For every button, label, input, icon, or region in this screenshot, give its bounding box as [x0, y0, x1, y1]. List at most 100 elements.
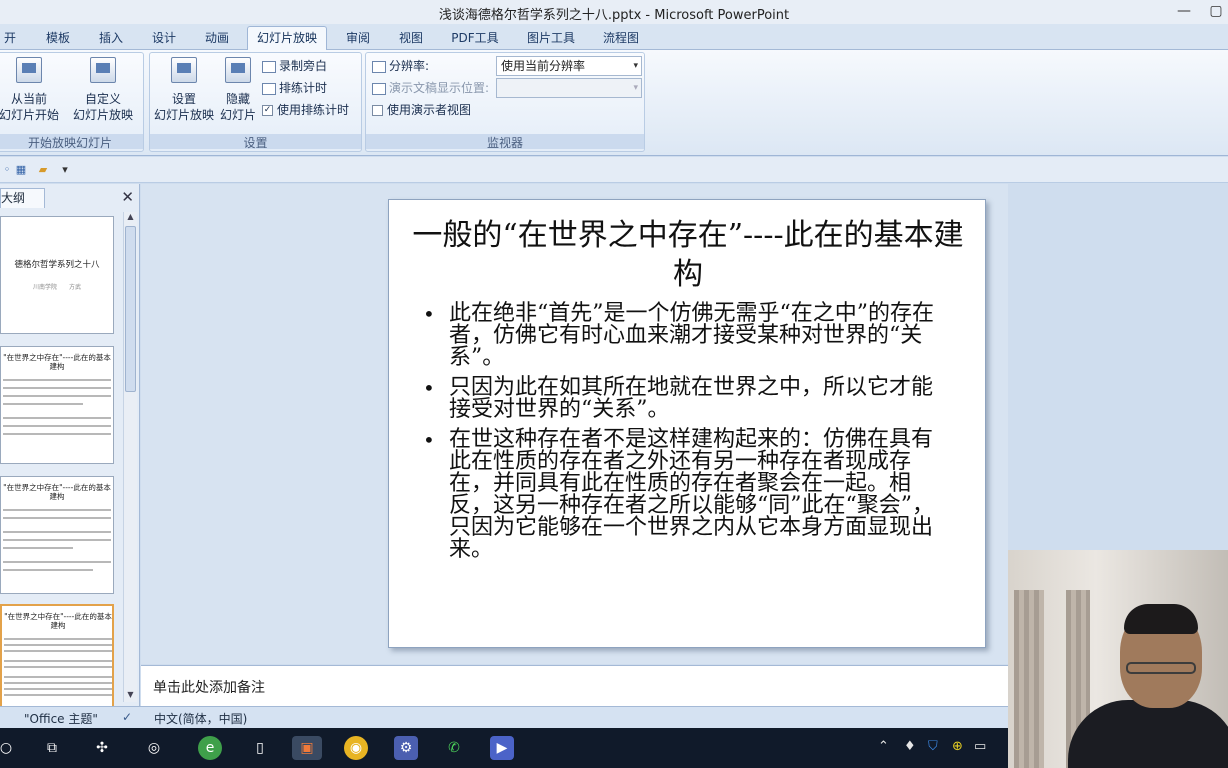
tab-review[interactable]: 审阅: [340, 28, 376, 50]
wechat-icon[interactable]: ✆: [442, 736, 466, 760]
slide-thumbnail-3[interactable]: "在世界之中存在"----此在的基本建构: [0, 476, 114, 594]
use-timings-label: 使用排练计时: [277, 103, 350, 117]
text-line: [4, 638, 112, 640]
text-line: [3, 417, 111, 419]
use-timings-check-icon: ✓: [262, 105, 273, 116]
document-icon[interactable]: ▯: [248, 736, 272, 760]
slide-body[interactable]: • 此在绝非“首先”是一个仿佛无需乎“在之中”的存在者，仿佛它有时心血来潮才接受…: [423, 303, 953, 569]
projector-screen-icon: [16, 57, 42, 83]
text-line: [3, 387, 111, 389]
tab-design[interactable]: 设计: [146, 28, 182, 50]
hide-slide-icon: [225, 57, 251, 83]
powerpoint-icon[interactable]: ▣: [292, 736, 322, 760]
resolution-value: 使用当前分辨率: [501, 59, 586, 73]
quick-access-toolbar: ◦ ▦ ▰ ▾: [0, 157, 1228, 183]
microphone-icon[interactable]: ♦: [904, 739, 916, 754]
minimize-button[interactable]: —: [1172, 0, 1196, 24]
thumbnail-title: "在世界之中存在"----此在的基本建构: [3, 483, 111, 501]
text-line: [4, 660, 112, 662]
person-hair: [1124, 604, 1198, 634]
text-line: [4, 644, 112, 646]
language-indicator[interactable]: 中文(简体，中国): [154, 710, 247, 727]
tab-animations[interactable]: 动画: [199, 28, 235, 50]
tab-insert[interactable]: 插入: [93, 28, 129, 50]
slides-icon[interactable]: ▦: [14, 163, 28, 176]
tab-home[interactable]: 开始: [0, 28, 20, 65]
circle-icon[interactable]: ◦: [0, 163, 14, 176]
tab-pdf-tools[interactable]: PDF工具: [445, 28, 505, 50]
close-icon[interactable]: ✕: [121, 188, 134, 206]
resolution-label-row: 分辨率:: [372, 57, 429, 75]
open-folder-icon[interactable]: ▰: [36, 163, 50, 176]
tray-expand-icon[interactable]: ⌃: [878, 739, 889, 754]
ribbon-tabs: 开始 模板 插入 设计 动画 幻灯片放映 审阅 视图 PDF工具 图片工具 流程…: [0, 24, 1228, 65]
hide-slide-button[interactable]: 隐藏 幻灯片: [218, 57, 258, 123]
panel-scrollbar[interactable]: ▲ ▼: [123, 212, 137, 702]
tab-slideshow[interactable]: 幻灯片放映: [247, 26, 327, 51]
webcam-overlay: [1008, 550, 1228, 768]
pinwheel-app-icon[interactable]: ✣: [90, 736, 114, 760]
thumbnail-title: 德格尔哲学系列之十八: [14, 260, 100, 270]
slide-thumbnail-1[interactable]: 德格尔哲学系列之十八 川南学院 方武: [0, 216, 114, 334]
battery-icon[interactable]: ▭: [974, 739, 986, 754]
scroll-down-icon[interactable]: ▼: [124, 690, 137, 702]
text-line: [3, 509, 111, 511]
chevron-down-icon: ▾: [633, 83, 638, 93]
tab-view[interactable]: 视图: [393, 28, 429, 50]
slide-canvas[interactable]: 一般的“在世界之中存在”----此在的基本建构 • 此在绝非“首先”是一个仿佛无…: [388, 199, 986, 648]
bullet-item: • 在世这种存在者不是这样建构起来的：仿佛在具有此在性质的存在者之外还有另一种存…: [423, 429, 953, 561]
ribbon: 从当前 幻灯片开始 自定义 幻灯片放映 开始放映幻灯片 设置 幻灯片放映 隐藏 …: [0, 50, 1228, 156]
text-line: [4, 694, 112, 696]
notes-pane[interactable]: 单击此处添加备注: [141, 665, 1008, 706]
setup-line1: 设置: [171, 92, 196, 106]
tab-flowchart[interactable]: 流程图: [597, 28, 645, 50]
slide-thumbnail-4[interactable]: "在世界之中存在"----此在的基本建构: [0, 604, 114, 708]
text-line: [3, 433, 111, 435]
plus-badge-icon[interactable]: ⊕: [952, 739, 963, 754]
setup-slideshow-button[interactable]: 设置 幻灯片放映: [152, 57, 216, 123]
search-icon[interactable]: ○: [0, 736, 18, 760]
spellcheck-icon[interactable]: ✓: [122, 710, 132, 724]
thumbnail-title: "在世界之中存在"----此在的基本建构: [3, 353, 111, 371]
slide-thumbnail-2[interactable]: "在世界之中存在"----此在的基本建构: [0, 346, 114, 464]
group-setup-label: 设置: [150, 134, 361, 150]
custom-slideshow-button[interactable]: 自定义 幻灯片放映: [67, 57, 139, 123]
settings-app-icon[interactable]: ⚙: [394, 736, 418, 760]
record-narration-button[interactable]: 录制旁白: [262, 57, 327, 75]
scroll-up-icon[interactable]: ▲: [124, 212, 137, 224]
maximize-button[interactable]: ▢: [1204, 0, 1228, 24]
customize-toolbar-icon[interactable]: ▾: [58, 163, 72, 176]
screen-recorder-icon[interactable]: ▶: [490, 736, 514, 760]
tab-picture-tools[interactable]: 图片工具: [521, 28, 581, 50]
presenter-view-checkbox[interactable]: 使用演示者视图: [372, 101, 471, 119]
title-bar: 浅谈海德格尔哲学系列之十八.pptx - Microsoft PowerPoin…: [0, 0, 1228, 24]
outline-tab[interactable]: 大纲: [0, 188, 45, 208]
task-view-icon[interactable]: ⧉: [40, 736, 64, 760]
curtain: [1014, 590, 1044, 768]
rehearse-timings-button[interactable]: 排练计时: [262, 79, 327, 97]
shield-icon[interactable]: ⛉: [928, 739, 938, 754]
chrome-icon[interactable]: ◉: [344, 736, 368, 760]
resolution-dropdown[interactable]: 使用当前分辨率 ▾: [496, 56, 642, 76]
magnifier-app-icon[interactable]: ◎: [142, 736, 166, 760]
show-on-dropdown[interactable]: ▾: [496, 78, 642, 98]
scrollbar-thumb[interactable]: [125, 226, 136, 392]
tab-templates[interactable]: 模板: [40, 28, 76, 50]
text-line: [3, 531, 111, 533]
slide-title[interactable]: 一般的“在世界之中存在”----此在的基本建构: [409, 216, 967, 294]
use-timings-checkbox[interactable]: ✓ 使用排练计时: [262, 101, 349, 119]
text-line: [3, 539, 111, 541]
monitor-icon: [372, 60, 386, 73]
custom-show-icon: [90, 57, 116, 83]
rehearse-timings-label: 排练计时: [279, 81, 328, 95]
bullet-dot: •: [423, 302, 435, 326]
browser-e-icon[interactable]: e: [198, 736, 222, 760]
presenter-view-label: 使用演示者视图: [387, 103, 472, 117]
slides-outline-panel: 大纲 ✕ 德格尔哲学系列之十八 川南学院 方武 "在世界之中存在"----此在的…: [0, 184, 140, 708]
from-current-line2: 幻灯片开始: [0, 108, 59, 122]
bullet-item: • 只因为此在如其所在地就在世界之中，所以它才能接受对世界的“关系”。: [423, 377, 953, 421]
chevron-down-icon: ▾: [633, 61, 638, 71]
from-current-slide-button[interactable]: 从当前 幻灯片开始: [0, 57, 61, 123]
custom-line2: 幻灯片放映: [72, 108, 133, 122]
text-line: [3, 403, 83, 405]
